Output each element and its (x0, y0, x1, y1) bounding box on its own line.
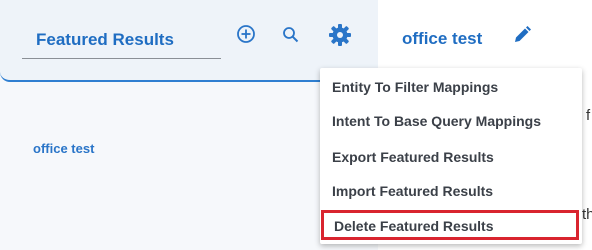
menu-item-entity-to-filter-mappings[interactable]: Entity To Filter Mappings (320, 70, 582, 104)
add-circle-icon[interactable] (236, 24, 256, 44)
menu-item-import-featured-results[interactable]: Import Featured Results (320, 174, 582, 208)
menu-item-export-featured-results[interactable]: Export Featured Results (320, 140, 582, 174)
title-underline (22, 58, 221, 59)
settings-dropdown-menu: Entity To Filter Mappings Intent To Base… (320, 68, 582, 244)
panel-title: Featured Results (36, 30, 174, 49)
menu-item-intent-to-base-query-mappings[interactable]: Intent To Base Query Mappings (320, 104, 582, 138)
gear-icon[interactable] (328, 23, 352, 47)
list-item[interactable]: office test (33, 141, 94, 156)
pencil-icon[interactable] (512, 25, 532, 50)
detail-title: office test (402, 29, 483, 48)
search-icon[interactable] (282, 26, 300, 44)
background-text-fragment: f (586, 107, 591, 124)
menu-item-delete-featured-results[interactable]: Delete Featured Results (321, 210, 579, 240)
background-text-fragment: th (582, 206, 592, 223)
